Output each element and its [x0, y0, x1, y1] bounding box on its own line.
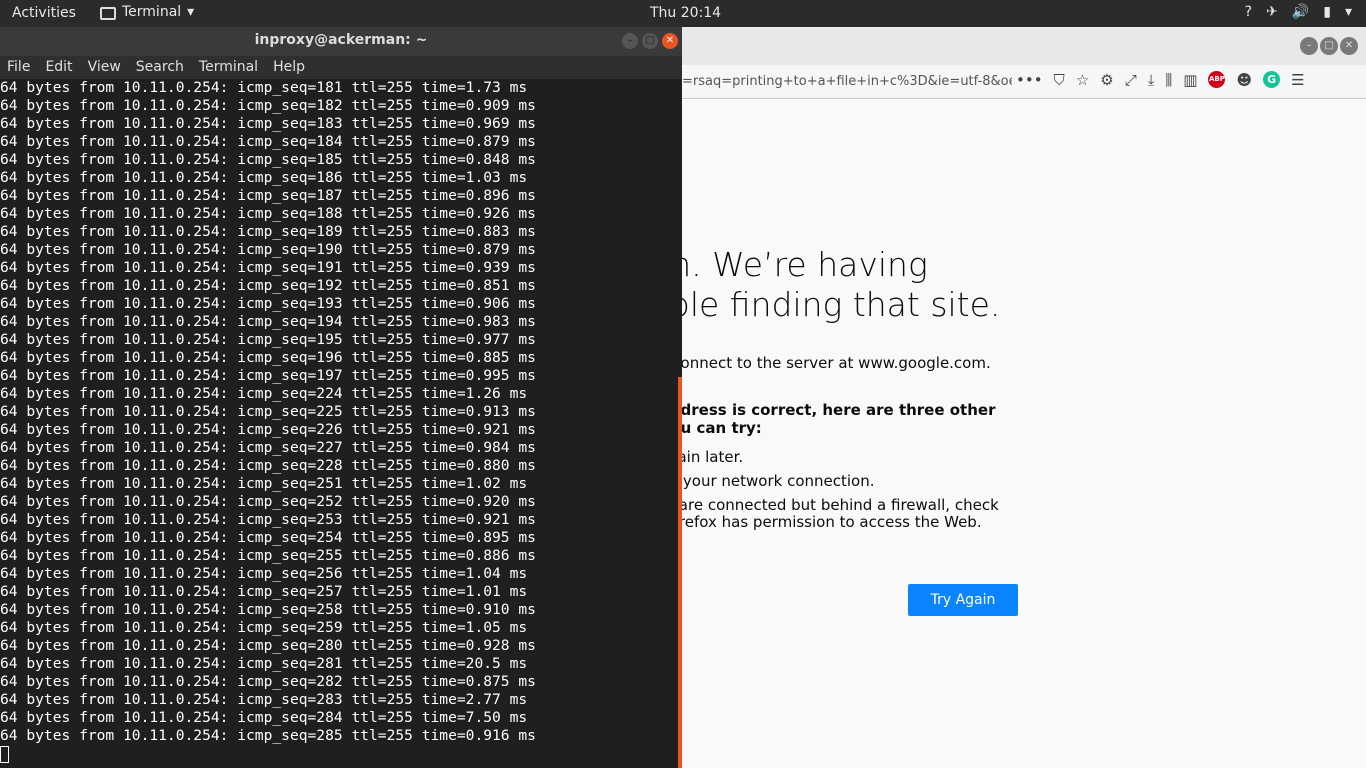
page-actions-icon[interactable]: •••: [1016, 71, 1043, 89]
terminal-line: 64 bytes from 10.11.0.254: icmp_seq=190 …: [0, 241, 536, 258]
chevron-down-icon[interactable]: ▾: [1345, 4, 1352, 20]
terminal-line: 64 bytes from 10.11.0.254: icmp_seq=188 …: [0, 205, 536, 222]
terminal-line: 64 bytes from 10.11.0.254: icmp_seq=282 …: [0, 673, 536, 690]
terminal-icon: [100, 6, 116, 20]
app-menu-label: Terminal: [122, 4, 182, 20]
terminal-line: 64 bytes from 10.11.0.254: icmp_seq=253 …: [0, 511, 536, 528]
volume-icon[interactable]: 🔊: [1292, 4, 1309, 20]
terminal-line: 64 bytes from 10.11.0.254: icmp_seq=252 …: [0, 493, 536, 510]
url-bar[interactable]: =rsaq=printing+to+a+file+in+c%3D&ie=utf-…: [682, 69, 1012, 95]
list-item: If you are connected but behind a firewa…: [632, 497, 1022, 531]
grammarly-icon[interactable]: G: [1263, 71, 1281, 88]
window-edge-accent: [678, 377, 682, 768]
firefox-toolbar: =rsaq=printing+to+a+file+in+c%3D&ie=utf-…: [682, 65, 1366, 99]
terminal-line: 64 bytes from 10.11.0.254: icmp_seq=226 …: [0, 421, 536, 438]
gear-icon[interactable]: ⚙: [1100, 71, 1113, 89]
menu-terminal[interactable]: Terminal: [199, 56, 258, 79]
pocket-icon[interactable]: ⛉: [1054, 71, 1065, 89]
battery-icon[interactable]: ▮: [1323, 4, 1331, 20]
terminal-line: 64 bytes from 10.11.0.254: icmp_seq=192 …: [0, 277, 536, 294]
terminal-line: 64 bytes from 10.11.0.254: icmp_seq=186 …: [0, 169, 528, 186]
text-cursor: [0, 745, 9, 763]
terminal-line: 64 bytes from 10.11.0.254: icmp_seq=251 …: [0, 475, 528, 492]
terminal-line: 64 bytes from 10.11.0.254: icmp_seq=255 …: [0, 547, 536, 564]
window-title: inproxy@ackerman: ~: [254, 32, 428, 48]
clock[interactable]: Thu 20:14: [650, 5, 721, 21]
network-icon[interactable]: ?: [1245, 4, 1252, 20]
close-icon[interactable]: ✕: [662, 33, 678, 49]
terminal-titlebar[interactable]: inproxy@ackerman: ~ – □ ✕: [0, 27, 682, 56]
fullscreen-icon[interactable]: ⤢: [1125, 71, 1137, 89]
terminal-line: 64 bytes from 10.11.0.254: icmp_seq=258 …: [0, 601, 536, 618]
terminal-line: 64 bytes from 10.11.0.254: icmp_seq=183 …: [0, 115, 536, 132]
terminal-line: 64 bytes from 10.11.0.254: icmp_seq=196 …: [0, 349, 536, 366]
maximize-icon[interactable]: □: [642, 33, 658, 49]
terminal-line: 64 bytes from 10.11.0.254: icmp_seq=257 …: [0, 583, 528, 600]
terminal-menubar: File Edit View Search Terminal Help: [0, 56, 682, 79]
terminal-line: 64 bytes from 10.11.0.254: icmp_seq=182 …: [0, 97, 536, 114]
terminal-line: 64 bytes from 10.11.0.254: icmp_seq=181 …: [0, 79, 528, 96]
terminal-line: 64 bytes from 10.11.0.254: icmp_seq=189 …: [0, 223, 536, 240]
top-bar: Activities Terminal ▾ Thu 20:14 ? ✈ 🔊 ▮ …: [0, 0, 1366, 27]
app-menu[interactable]: Terminal ▾: [100, 4, 194, 20]
airplane-icon[interactable]: ✈: [1266, 4, 1278, 20]
terminal-line: 64 bytes from 10.11.0.254: icmp_seq=227 …: [0, 439, 536, 456]
activities-button[interactable]: Activities: [12, 5, 76, 21]
terminal-line: 64 bytes from 10.11.0.254: icmp_seq=284 …: [0, 709, 528, 726]
hamburger-menu-icon[interactable]: ☰: [1291, 71, 1304, 89]
list-item: Try again later.: [632, 449, 1022, 466]
system-tray[interactable]: ? ✈ 🔊 ▮ ▾: [1245, 4, 1352, 20]
extension-avatar-icon[interactable]: ☻: [1236, 71, 1252, 89]
terminal-line: 64 bytes from 10.11.0.254: icmp_seq=281 …: [0, 655, 528, 672]
terminal-window: inproxy@ackerman: ~ – □ ✕ File Edit View…: [0, 27, 682, 768]
terminal-line: 64 bytes from 10.11.0.254: icmp_seq=280 …: [0, 637, 536, 654]
firefox-window: – □ ✕ =rsaq=printing+to+a+file+in+c%3D&i…: [602, 27, 1366, 768]
terminal-line: 64 bytes from 10.11.0.254: icmp_seq=256 …: [0, 565, 528, 582]
terminal-line: 64 bytes from 10.11.0.254: icmp_seq=224 …: [0, 385, 528, 402]
try-again-button[interactable]: Try Again: [908, 584, 1018, 616]
terminal-line: 64 bytes from 10.11.0.254: icmp_seq=197 …: [0, 367, 536, 384]
bookmark-star-icon[interactable]: ☆: [1076, 71, 1089, 89]
maximize-icon[interactable]: □: [1320, 37, 1338, 55]
firefox-titlebar[interactable]: – □ ✕: [682, 27, 1366, 65]
terminal-line: 64 bytes from 10.11.0.254: icmp_seq=187 …: [0, 187, 536, 204]
terminal-line: 64 bytes from 10.11.0.254: icmp_seq=194 …: [0, 313, 536, 330]
error-page: Hmm. We’re having trouble finding that s…: [602, 99, 1366, 768]
terminal-line: 64 bytes from 10.11.0.254: icmp_seq=193 …: [0, 295, 536, 312]
terminal-line: 64 bytes from 10.11.0.254: icmp_seq=254 …: [0, 529, 536, 546]
terminal-line: 64 bytes from 10.11.0.254: icmp_seq=228 …: [0, 457, 536, 474]
minimize-icon[interactable]: –: [1300, 37, 1318, 55]
terminal-line: 64 bytes from 10.11.0.254: icmp_seq=259 …: [0, 619, 528, 636]
terminal-line: 64 bytes from 10.11.0.254: icmp_seq=225 …: [0, 403, 536, 420]
prompt-line: [0, 745, 680, 763]
terminal-output[interactable]: 64 bytes from 10.11.0.254: icmp_seq=181 …: [0, 79, 680, 768]
chevron-down-icon: ▾: [187, 4, 195, 20]
menu-search[interactable]: Search: [136, 56, 184, 79]
terminal-line: 64 bytes from 10.11.0.254: icmp_seq=195 …: [0, 331, 536, 348]
close-icon[interactable]: ✕: [1340, 37, 1358, 55]
terminal-line: 64 bytes from 10.11.0.254: icmp_seq=283 …: [0, 691, 528, 708]
menu-edit[interactable]: Edit: [45, 56, 72, 79]
menu-help[interactable]: Help: [273, 56, 305, 79]
terminal-line: 64 bytes from 10.11.0.254: icmp_seq=191 …: [0, 259, 536, 276]
menu-file[interactable]: File: [7, 56, 30, 79]
menu-view[interactable]: View: [88, 56, 121, 79]
minimize-icon[interactable]: –: [622, 33, 638, 49]
download-icon[interactable]: ⤓: [1148, 71, 1155, 89]
terminal-line: 64 bytes from 10.11.0.254: icmp_seq=184 …: [0, 133, 536, 150]
terminal-line: 64 bytes from 10.11.0.254: icmp_seq=285 …: [0, 727, 536, 744]
library-icon[interactable]: ⫼: [1165, 71, 1172, 89]
adblock-icon[interactable]: ABP: [1208, 71, 1226, 88]
terminal-line: 64 bytes from 10.11.0.254: icmp_seq=185 …: [0, 151, 536, 168]
sidebar-icon[interactable]: ▥: [1183, 71, 1197, 89]
list-item: Check your network connection.: [632, 473, 1022, 490]
